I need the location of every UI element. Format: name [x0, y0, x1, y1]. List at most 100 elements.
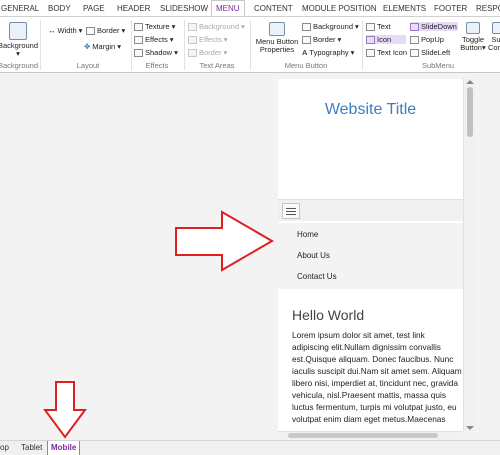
submenu-icon-option[interactable]: Icon — [366, 35, 406, 44]
width-button[interactable]: ↔ Width ▾ — [48, 26, 82, 35]
textarea-effects-label: Effects — [199, 35, 222, 44]
border-icon — [188, 48, 197, 57]
shadow-label: Shadow — [145, 48, 173, 57]
submenu-icon-label: Icon — [377, 35, 392, 44]
texture-label: Texture — [145, 22, 170, 31]
group-divider — [250, 20, 251, 70]
content-body-text: Lorem ipsum dolor sit amet, test link ad… — [292, 330, 462, 424]
text-icon — [366, 22, 375, 31]
mobile-menu-bar — [278, 199, 463, 221]
margin-button[interactable]: ✥ Margin ▾ — [84, 42, 121, 51]
slideleft-label: SlideLeft — [421, 48, 451, 57]
scroll-down-icon[interactable] — [466, 426, 474, 430]
menubutton-background-label: Background — [313, 22, 354, 31]
textarea-border-button[interactable]: Border ▾ — [188, 48, 227, 57]
mobile-preview: Website Title Home About Us Contact Us H… — [278, 79, 463, 431]
width-arrows-icon: ↔ — [48, 26, 56, 35]
group-label-layout: Layout — [76, 61, 100, 70]
preview-horizontal-scrollbar[interactable] — [278, 431, 463, 439]
submenu-text-icon-option[interactable]: Text Icon — [366, 48, 407, 57]
layout-border-button[interactable]: Border ▾ — [86, 26, 125, 35]
shadow-button[interactable]: Shadow ▾ — [134, 48, 178, 57]
ribbon-panel: Background ▾ Background ↔ Width ▾ Border ▾ … — [0, 17, 500, 73]
popup-option[interactable]: PopUp — [410, 35, 444, 44]
mobile-menu-list: Home About Us Contact Us — [278, 223, 463, 289]
submenu-text-label: Text — [377, 22, 391, 31]
group-divider — [362, 20, 363, 70]
hamburger-menu-icon[interactable] — [282, 203, 300, 219]
device-tab-tablet[interactable]: Tablet — [18, 441, 45, 455]
sub-config-button[interactable]: Sub Config — [488, 22, 500, 52]
group-label-menu-button: Menu Button — [284, 61, 328, 70]
tab-menu[interactable]: MENU — [211, 0, 245, 16]
textarea-background-button[interactable]: Background ▾ — [188, 22, 245, 31]
ribbon-tab-bar: GENERAL BODY PAGE HEADER SLIDESHOW MENU … — [0, 0, 500, 17]
submenu-text-option[interactable]: Text — [366, 22, 391, 31]
group-label-submenu: SubMenu — [421, 61, 455, 70]
tab-general[interactable]: GENERAL — [0, 0, 43, 16]
layout-border-label: Border — [97, 26, 120, 35]
group-label-text-areas: Text Areas — [199, 61, 235, 70]
tab-content[interactable]: CONTENT — [250, 0, 297, 16]
menubutton-border-label: Border — [313, 35, 336, 44]
site-title: Website Title — [324, 101, 417, 118]
scroll-up-icon[interactable] — [466, 80, 474, 84]
effects-icon — [134, 35, 143, 44]
menu-item-about-us[interactable]: About Us — [297, 251, 330, 260]
background-big-label: Background — [0, 41, 39, 50]
group-label-background: Background — [0, 61, 39, 70]
toggle-icon — [466, 22, 480, 34]
tab-module-position[interactable]: MODULE POSITION — [298, 0, 381, 16]
device-tab-mobile[interactable]: Mobile — [47, 441, 81, 455]
device-tab-desktop[interactable]: op — [0, 441, 12, 455]
preview-vertical-scrollbar[interactable] — [463, 79, 475, 431]
tab-footer[interactable]: FOOTER — [430, 0, 471, 16]
vertical-scroll-thumb[interactable] — [467, 87, 473, 137]
horizontal-scroll-thumb[interactable] — [288, 433, 438, 438]
group-divider — [184, 20, 185, 70]
effects-label: Effects — [145, 35, 168, 44]
shadow-icon — [134, 48, 143, 57]
move-arrows-icon: ✥ — [84, 42, 91, 51]
tab-body[interactable]: BODY — [44, 0, 75, 16]
group-divider — [40, 20, 41, 70]
texture-button[interactable]: Texture ▾ — [134, 22, 175, 31]
slideleft-option[interactable]: SlideLeft — [410, 48, 450, 57]
toggle-button[interactable]: Toggle Button▾ — [458, 22, 488, 52]
tab-page[interactable]: PAGE — [79, 0, 109, 16]
typography-icon: A — [302, 47, 308, 57]
border-icon — [302, 35, 311, 44]
slidedown-option[interactable]: SlideDown — [410, 22, 458, 31]
border-icon — [86, 26, 95, 35]
tab-responsive[interactable]: RESPO — [472, 0, 500, 16]
tab-slideshow[interactable]: SLIDESHOW — [156, 0, 212, 16]
slideleft-icon — [410, 48, 419, 57]
tab-header[interactable]: HEADER — [113, 0, 154, 16]
menubutton-background-button[interactable]: Background ▾ — [302, 22, 359, 31]
typography-button[interactable]: A Typography ▾ — [302, 48, 354, 57]
background-icon — [302, 22, 311, 31]
slidedown-label: SlideDown — [421, 22, 457, 31]
slidedown-icon — [410, 22, 419, 31]
tab-elements[interactable]: ELEMENTS — [379, 0, 430, 16]
background-big-button[interactable]: Background ▾ — [0, 22, 40, 58]
menubutton-border-button[interactable]: Border ▾ — [302, 35, 341, 44]
text-icon-icon — [366, 48, 375, 57]
device-switcher-bar: op Tablet Mobile — [0, 440, 500, 455]
menu-item-home[interactable]: Home — [297, 230, 318, 239]
texture-icon — [134, 22, 143, 31]
typography-label: Typography — [309, 48, 349, 57]
textarea-effects-button[interactable]: Effects ▾ — [188, 35, 228, 44]
effects-button[interactable]: Effects ▾ — [134, 35, 174, 44]
toggle-button-label: Toggle Button — [460, 35, 485, 52]
menu-button-properties-button[interactable]: Menu Button Properties — [254, 22, 300, 54]
menu-item-contact-us[interactable]: Contact Us — [297, 272, 337, 281]
icon-icon — [366, 35, 375, 44]
textarea-background-label: Background — [199, 22, 240, 31]
paintbrush-icon — [9, 22, 27, 40]
sub-config-label: Sub Config — [488, 35, 500, 52]
red-arrow-down-icon — [43, 381, 87, 439]
menu-button-properties-label: Menu Button Properties — [255, 37, 299, 54]
red-arrow-right-icon — [175, 210, 274, 272]
width-label: Width — [57, 26, 77, 35]
